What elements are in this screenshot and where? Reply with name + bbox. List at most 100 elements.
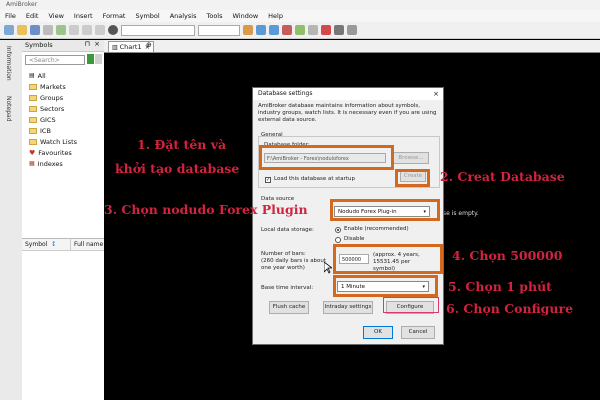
interval-combo[interactable] [198, 24, 240, 36]
disable-radio[interactable] [335, 237, 341, 243]
pencil-icon[interactable] [334, 25, 344, 35]
load-startup-checkbox[interactable]: ✓ [265, 177, 271, 183]
disable-radio-label: Disable [344, 236, 365, 242]
zoom-in-icon[interactable] [256, 25, 266, 35]
app-title: AmiBroker [6, 1, 38, 8]
bars-label: Number of bars: [261, 251, 306, 257]
dialog-close-icon[interactable]: × [433, 88, 439, 100]
draw-line-icon[interactable] [321, 25, 331, 35]
new-icon[interactable] [4, 25, 14, 35]
add-tab-icon[interactable]: ⊕ [146, 41, 152, 49]
copy-icon[interactable] [82, 25, 92, 35]
info-icon[interactable] [108, 25, 118, 35]
tree-item-sectors[interactable]: Sectors [29, 104, 64, 114]
side-tabs: Information Notepad [0, 40, 23, 400]
highlight-bars [333, 244, 443, 274]
tree-item-groups[interactable]: Groups [29, 93, 63, 103]
tree-item-icb[interactable]: ICB [29, 126, 51, 136]
menu-window[interactable]: Window [228, 12, 264, 20]
highlight-interval [333, 275, 438, 297]
filter-icon[interactable] [95, 54, 102, 64]
sort-arrow-icon: ↕ [51, 240, 57, 248]
folder-icon [29, 139, 37, 145]
empty-database-text: se is empty. [443, 210, 479, 217]
highlight-configure [383, 297, 439, 313]
menu-analysis[interactable]: Analysis [165, 12, 202, 20]
dialog-title: Database settings [258, 90, 313, 97]
tree-item-gics[interactable]: GICS [29, 115, 56, 125]
cursor-icon [324, 262, 332, 274]
refresh-icon[interactable] [56, 25, 66, 35]
highlight-create [395, 169, 430, 187]
layout-icon[interactable] [295, 25, 305, 35]
chart-icon: ▥ [112, 44, 120, 51]
interval-label: Base time interval: [261, 285, 314, 291]
cancel-button[interactable]: Cancel [401, 326, 435, 339]
symbol-list-header: Symbol ↕ Full name [22, 238, 104, 251]
zoom-out-icon[interactable] [269, 25, 279, 35]
highlight-folder [259, 145, 394, 170]
crosshair-icon[interactable] [308, 25, 318, 35]
column-symbol[interactable]: Symbol [25, 241, 47, 248]
column-full-name[interactable]: Full name [74, 241, 103, 248]
tab-information[interactable]: Information [5, 46, 12, 81]
save-icon[interactable] [30, 25, 40, 35]
tree-item-favourites[interactable]: ♥ Favourites [29, 148, 72, 158]
indicator-icon[interactable] [282, 25, 292, 35]
annotation-step4: 4. Chọn 500000 [452, 248, 563, 263]
intraday-settings-button[interactable]: Intraday settings [323, 301, 373, 314]
open-icon[interactable] [17, 25, 27, 35]
tree-item-watch-lists[interactable]: Watch Lists [29, 137, 77, 147]
cut-icon[interactable] [69, 25, 79, 35]
local-storage-label: Local data storage: [261, 227, 314, 233]
paste-icon[interactable] [95, 25, 105, 35]
menu-edit[interactable]: Edit [21, 12, 44, 20]
enable-radio[interactable] [335, 227, 341, 233]
annotation-step5: 5. Chọn 1 phút [448, 279, 552, 294]
list-icon: ▤ [29, 72, 35, 79]
browse-button[interactable]: Browse... [393, 152, 429, 164]
tree-item-markets[interactable]: Markets [29, 82, 66, 92]
annotation-step3: 3. Chọn nodudo Forex Plugin [104, 202, 308, 217]
highlight-data-source [330, 199, 440, 221]
heart-icon: ♥ [29, 149, 36, 157]
column-divider [70, 239, 71, 250]
bars-note: (260 daily bars is about one year worth) [261, 258, 327, 271]
dialog-intro-text: AmiBroker database maintains information… [258, 103, 437, 123]
ok-button[interactable]: OK [363, 326, 393, 339]
app-titlebar: AmiBroker [0, 0, 600, 10]
chart-tab-bar: ▥ Chart1 × ⊕ [104, 40, 600, 53]
menu-file[interactable]: File [0, 12, 21, 20]
print-icon[interactable] [43, 25, 53, 35]
symbols-panel: Symbols ⊓ × <Search> ▤ All Markets Groups… [22, 40, 105, 400]
menu-tools[interactable]: Tools [201, 12, 227, 20]
menu-symbol[interactable]: Symbol [130, 12, 164, 20]
symbol-search-input[interactable]: <Search> [25, 55, 85, 65]
folder-icon [29, 128, 37, 134]
close-icon[interactable]: × [94, 40, 100, 48]
pin-icon[interactable]: ⊓ [85, 40, 90, 48]
folder-icon [29, 106, 37, 112]
symbols-panel-header: Symbols ⊓ × [22, 40, 104, 52]
folder-icon [29, 84, 37, 90]
annotation-step1-line2: khởi tạo database [115, 161, 240, 176]
toolbar [0, 22, 600, 39]
tab-notepad[interactable]: Notepad [5, 96, 12, 122]
flush-cache-button[interactable]: Flush cache [269, 301, 309, 314]
index-icon: ▦ [29, 160, 35, 167]
symbol-combo[interactable] [121, 24, 195, 36]
folder-icon [29, 95, 37, 101]
menu-format[interactable]: Format [98, 12, 131, 20]
chart-type-icon[interactable] [243, 25, 253, 35]
menu-help[interactable]: Help [263, 12, 288, 20]
tree-item-indexes[interactable]: ▦ Indexes [29, 159, 63, 169]
menu-insert[interactable]: Insert [69, 12, 98, 20]
annotation-step1-line1: 1. Đặt tên và [137, 137, 227, 152]
annotation-step6: 6. Chọn Configure [446, 301, 574, 316]
folder-icon [29, 117, 37, 123]
menu-view[interactable]: View [43, 12, 68, 20]
tree-item-all[interactable]: ▤ All [29, 71, 46, 81]
load-startup-label: Load this database at startup [274, 176, 356, 182]
search-go-icon[interactable] [87, 54, 94, 64]
eraser-icon[interactable] [347, 25, 357, 35]
